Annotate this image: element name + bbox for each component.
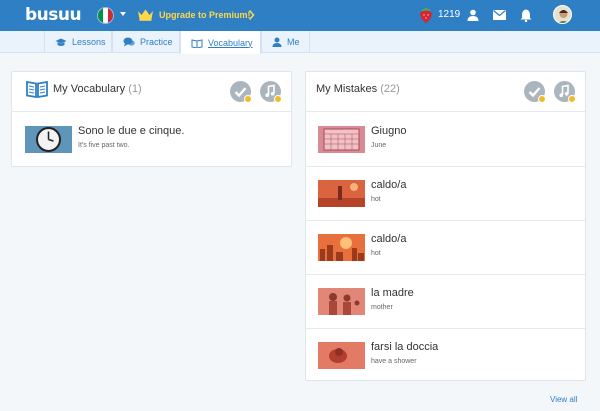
crown-icon [138,9,153,21]
hot-city-image [318,234,365,261]
busuu-logo[interactable]: busuu [25,5,82,25]
italian-flag-icon[interactable] [97,7,114,24]
vocabulary-item[interactable]: Sono le due e cinque. It's five past two… [12,113,291,167]
points-counter: 1219 [438,9,461,20]
mistake-translation: mother [371,304,393,311]
chevron-down-icon[interactable] [120,12,126,16]
card-title: My Mistakes (22) [316,83,400,95]
audio-review-button[interactable] [260,81,282,103]
lock-icon [568,95,576,103]
lock-icon [274,95,282,103]
mistake-translation: have a shower [371,358,417,365]
review-check-button[interactable] [524,81,546,103]
tab-label: Practice [140,37,173,47]
strawberry-points-icon [420,8,432,23]
speech-bubbles-icon [123,37,135,47]
desert-figure-image [318,180,365,207]
open-book-icon [26,80,48,98]
vocabulary-title: My Vocabulary [53,83,126,95]
shower-image [318,342,365,369]
mistake-translation: hot [371,250,381,257]
graduation-cap-icon [55,38,67,46]
tab-lessons[interactable]: Lessons [44,31,112,53]
user-icon [272,37,282,47]
mistake-word: Giugno [371,125,407,137]
vocabulary-card-header: My Vocabulary (1) [12,72,291,112]
upgrade-premium-link[interactable]: Upgrade to Premium! [159,10,251,20]
mistakes-card-header: My Mistakes (22) [306,72,585,112]
mistakes-title: My Mistakes [316,83,378,95]
mistake-word: caldo/a [371,233,407,245]
mistake-word: la madre [371,287,414,299]
mistake-item[interactable]: farsi la doccia have a shower [306,329,585,381]
vocabulary-translation: It's five past two. [78,142,130,149]
book-icon [191,38,203,48]
vocabulary-card: My Vocabulary (1) Sono le due e cinque. … [11,71,292,167]
review-check-button[interactable] [230,81,252,103]
chevron-right-icon[interactable] [248,9,255,21]
clock-image [25,126,72,153]
vocabulary-count: (1) [128,83,142,95]
audio-review-button[interactable] [554,81,576,103]
tab-vocabulary[interactable]: Vocabulary [180,31,261,54]
tab-label: Me [287,37,300,47]
mail-icon[interactable] [493,10,506,20]
mistakes-card: My Mistakes (22) Giugno June caldo/a hot… [305,71,586,381]
mistake-item[interactable]: la madre mother [306,275,585,329]
profile-icon[interactable] [467,9,479,21]
mistake-item[interactable]: Giugno June [306,113,585,167]
top-navigation-bar: busuu Upgrade to Premium! 1219 [0,0,600,31]
mistake-word: farsi la doccia [371,341,439,353]
card-title: My Vocabulary (1) [53,83,142,95]
mistake-item[interactable]: caldo/a hot [306,221,585,275]
mother-family-image [318,288,365,315]
tab-label: Lessons [72,37,106,47]
section-tabs: Lessons Practice Vocabulary Me [0,31,600,54]
user-avatar[interactable] [553,5,572,24]
view-all-link[interactable]: View all [550,395,577,404]
calendar-image [318,126,365,153]
lock-icon [244,95,252,103]
mistake-item[interactable]: caldo/a hot [306,167,585,221]
tab-practice[interactable]: Practice [112,31,180,53]
bell-icon[interactable] [520,9,532,22]
vocabulary-word: Sono le due e cinque. [78,125,185,137]
lock-icon [538,95,546,103]
mistake-translation: hot [371,196,381,203]
mistake-word: caldo/a [371,179,407,191]
tab-me[interactable]: Me [261,31,310,53]
mistakes-count: (22) [380,83,400,95]
mistake-translation: June [371,142,387,149]
tab-label: Vocabulary [208,37,253,48]
